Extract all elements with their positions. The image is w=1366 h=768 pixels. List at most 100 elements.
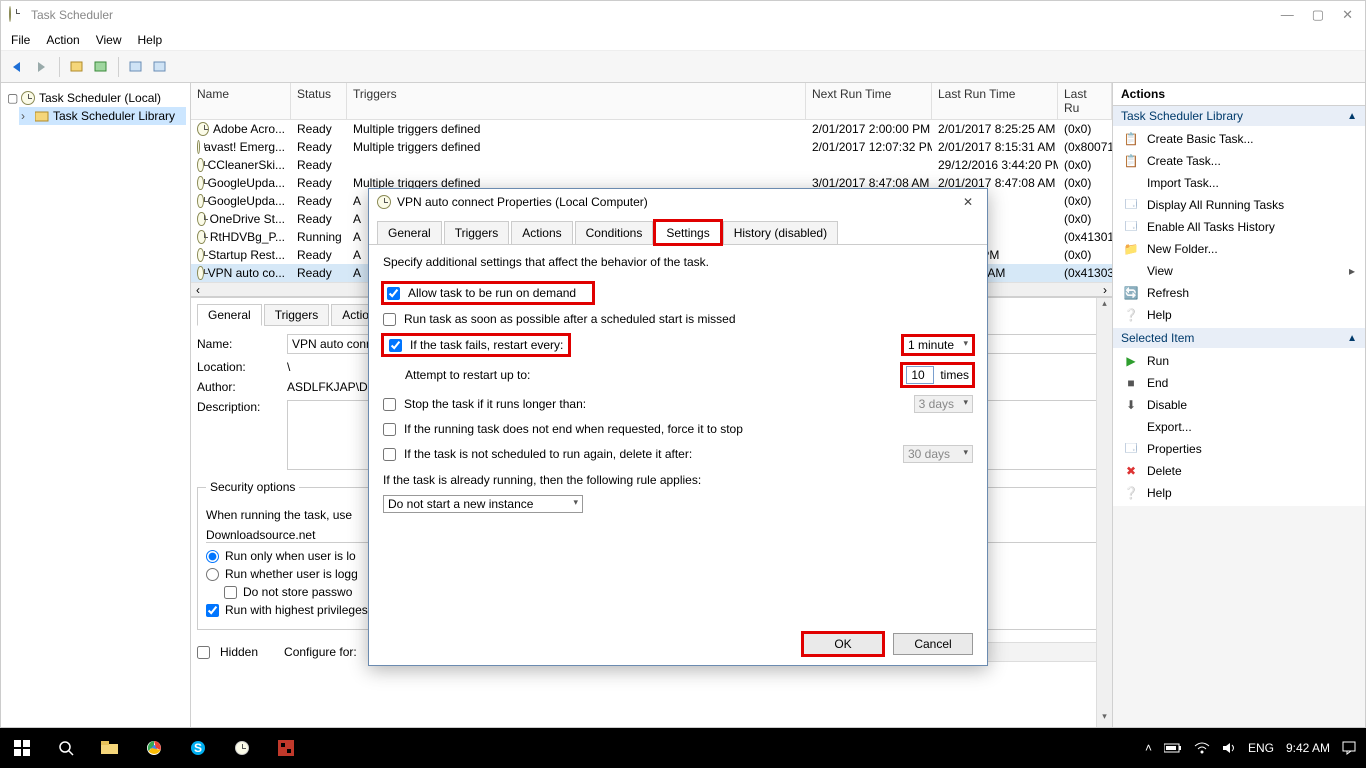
selected-action-delete[interactable]: ✖Delete xyxy=(1113,460,1365,482)
highest-privileges-label: Run with highest privileges xyxy=(225,603,368,617)
details-tab-triggers[interactable]: Triggers xyxy=(264,304,330,326)
highest-privileges-check[interactable] xyxy=(206,604,219,617)
hidden-check[interactable] xyxy=(197,646,210,659)
search-button[interactable] xyxy=(44,728,88,768)
start-button[interactable] xyxy=(0,728,44,768)
col-next[interactable]: Next Run Time xyxy=(806,83,932,119)
taskbar-scheduler[interactable] xyxy=(220,728,264,768)
run-whether-label: Run whether user is logg xyxy=(225,567,358,581)
restart-check[interactable] xyxy=(389,339,402,352)
dialog-tab-actions[interactable]: Actions xyxy=(511,221,572,244)
toolbar-icon-2[interactable] xyxy=(90,56,112,78)
dialog-tab-settings[interactable]: Settings xyxy=(655,221,720,244)
action-create-task[interactable]: 📋Create Task... xyxy=(1113,150,1365,172)
cancel-button[interactable]: Cancel xyxy=(893,633,973,655)
col-result[interactable]: Last Ru xyxy=(1058,83,1112,119)
tree-root[interactable]: ▢ Task Scheduler (Local) xyxy=(5,89,186,107)
no-store-password-check[interactable] xyxy=(224,586,237,599)
toolbar-icon-1[interactable] xyxy=(66,56,88,78)
taskbar-chrome[interactable] xyxy=(132,728,176,768)
dialog-tab-triggers[interactable]: Triggers xyxy=(444,221,510,244)
rule-combo[interactable]: Do not start a new instance xyxy=(383,495,583,513)
delete-after-check[interactable] xyxy=(383,448,396,461)
run-logged-on-radio[interactable] xyxy=(206,550,219,563)
rule-label: If the task is already running, then the… xyxy=(383,473,973,487)
tray-volume-icon[interactable] xyxy=(1222,742,1236,754)
selected-action-run[interactable]: ▶Run xyxy=(1113,350,1365,372)
toolbar-icon-4[interactable] xyxy=(149,56,171,78)
task-row[interactable]: avast! Emerg... Ready Multiple triggers … xyxy=(191,138,1112,156)
col-last[interactable]: Last Run Time xyxy=(932,83,1058,119)
task-row[interactable]: Adobe Acro... Ready Multiple triggers de… xyxy=(191,120,1112,138)
tray-chevron-icon[interactable]: ˄ xyxy=(1145,741,1152,755)
action-help[interactable]: ❔Help xyxy=(1113,304,1365,326)
selected-action-properties[interactable]: 🗔Properties xyxy=(1113,438,1365,460)
action-import-task[interactable]: Import Task... xyxy=(1113,172,1365,194)
titlebar: Task Scheduler — ▢ ✕ xyxy=(1,1,1365,29)
taskbar: S ˄ ENG 9:42 AM xyxy=(0,728,1366,768)
taskbar-app[interactable] xyxy=(264,728,308,768)
stop-longer-combo: 3 days xyxy=(914,395,973,413)
action-view[interactable]: View▸ xyxy=(1113,260,1365,282)
selected-action-disable[interactable]: ⬇Disable xyxy=(1113,394,1365,416)
selected-action-export[interactable]: Export... xyxy=(1113,416,1365,438)
dialog-close-button[interactable]: ✕ xyxy=(957,195,979,209)
app-icon xyxy=(9,7,25,23)
tray-wifi-icon[interactable] xyxy=(1194,742,1210,754)
restart-interval-combo[interactable]: 1 minute xyxy=(903,336,973,354)
run-asap-check[interactable] xyxy=(383,313,396,326)
task-row[interactable]: CCleanerSki... Ready 29/12/2016 3:44:20 … xyxy=(191,156,1112,174)
tray-lang[interactable]: ENG xyxy=(1248,741,1274,755)
close-button[interactable]: ✕ xyxy=(1342,7,1353,23)
actions-section-selected[interactable]: Selected Item▲ xyxy=(1113,328,1365,348)
forward-button[interactable] xyxy=(31,56,53,78)
configure-label: Configure for: xyxy=(284,645,357,659)
run-whether-radio[interactable] xyxy=(206,568,219,581)
taskbar-skype[interactable]: S xyxy=(176,728,220,768)
selected-action-end[interactable]: ■End xyxy=(1113,372,1365,394)
tray-notifications-icon[interactable] xyxy=(1342,741,1356,755)
toolbar-icon-3[interactable] xyxy=(125,56,147,78)
col-triggers[interactable]: Triggers xyxy=(347,83,806,119)
taskbar-explorer[interactable] xyxy=(88,728,132,768)
stop-longer-check[interactable] xyxy=(383,398,396,411)
maximize-button[interactable]: ▢ xyxy=(1312,7,1324,23)
actions-section-library[interactable]: Task Scheduler Library▲ xyxy=(1113,106,1365,126)
dialog-tab-conditions[interactable]: Conditions xyxy=(575,221,654,244)
action-create-basic-task[interactable]: 📋Create Basic Task... xyxy=(1113,128,1365,150)
attempt-count-input[interactable]: 10 xyxy=(906,366,934,384)
action-enable-all-tasks-history[interactable]: 🗔Enable All Tasks History xyxy=(1113,216,1365,238)
tray-time[interactable]: 9:42 AM xyxy=(1286,741,1330,755)
clock-icon xyxy=(197,176,204,190)
selected-action-help[interactable]: ❔Help xyxy=(1113,482,1365,504)
tree-library[interactable]: › Task Scheduler Library xyxy=(19,107,186,125)
minimize-button[interactable]: — xyxy=(1281,7,1294,23)
allow-demand-check[interactable] xyxy=(387,287,400,300)
action-refresh[interactable]: 🔄Refresh xyxy=(1113,282,1365,304)
menu-action[interactable]: Action xyxy=(46,33,79,47)
clock-icon xyxy=(197,266,204,280)
action-display-all-running-tasks[interactable]: 🗔Display All Running Tasks xyxy=(1113,194,1365,216)
tray-battery-icon[interactable] xyxy=(1164,743,1182,753)
action-new-folder[interactable]: 📁New Folder... xyxy=(1113,238,1365,260)
col-status[interactable]: Status xyxy=(291,83,347,119)
vertical-scrollbar[interactable]: ▴▾ xyxy=(1096,298,1112,727)
tree-library-label: Task Scheduler Library xyxy=(53,109,175,123)
force-stop-label: If the running task does not end when re… xyxy=(404,422,743,436)
dialog-tab-general[interactable]: General xyxy=(377,221,442,244)
dialog-title: VPN auto connect Properties (Local Compu… xyxy=(397,195,957,209)
location-value: \ xyxy=(287,360,290,374)
back-button[interactable] xyxy=(7,56,29,78)
dialog-tab-history[interactable]: History (disabled) xyxy=(723,221,838,244)
menu-help[interactable]: Help xyxy=(138,33,163,47)
force-stop-check[interactable] xyxy=(383,423,396,436)
menu-view[interactable]: View xyxy=(96,33,122,47)
nav-tree: ▢ Task Scheduler (Local) › Task Schedule… xyxy=(1,83,191,727)
col-name[interactable]: Name xyxy=(191,83,291,119)
clock-icon xyxy=(197,248,204,262)
ok-button[interactable]: OK xyxy=(803,633,883,655)
actions-header: Actions xyxy=(1113,83,1365,106)
menu-file[interactable]: File xyxy=(11,33,30,47)
details-tab-general[interactable]: General xyxy=(197,304,262,326)
toolbar xyxy=(1,51,1365,83)
